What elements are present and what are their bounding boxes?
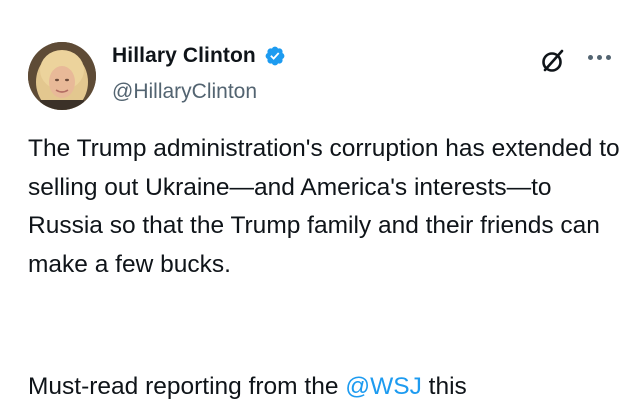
verified-badge-icon bbox=[265, 46, 285, 66]
tweet-text: The Trump administration's corruption ha… bbox=[28, 135, 620, 278]
mention-link[interactable]: @WSJ bbox=[345, 373, 422, 400]
author-handle[interactable]: @HillaryClinton bbox=[112, 80, 257, 104]
author-name-row: Hillary Clinton bbox=[112, 44, 286, 68]
tweet-text-prefix: Must-read reporting from the bbox=[28, 373, 346, 400]
tweet-card: Hillary Clinton @HillaryClinton The Trum… bbox=[0, 0, 640, 418]
display-name[interactable]: Hillary Clinton bbox=[112, 44, 256, 68]
more-dot bbox=[606, 54, 611, 60]
avatar-image bbox=[28, 42, 96, 110]
more-dot bbox=[597, 54, 602, 60]
avatar[interactable] bbox=[28, 42, 96, 110]
tweet-text-continued: Must-read reporting from the @WSJ this bbox=[28, 368, 628, 407]
more-dot bbox=[588, 54, 593, 60]
tweet-text-suffix: this bbox=[421, 373, 467, 400]
grok-icon[interactable] bbox=[538, 46, 568, 76]
more-options-icon[interactable] bbox=[588, 52, 614, 62]
